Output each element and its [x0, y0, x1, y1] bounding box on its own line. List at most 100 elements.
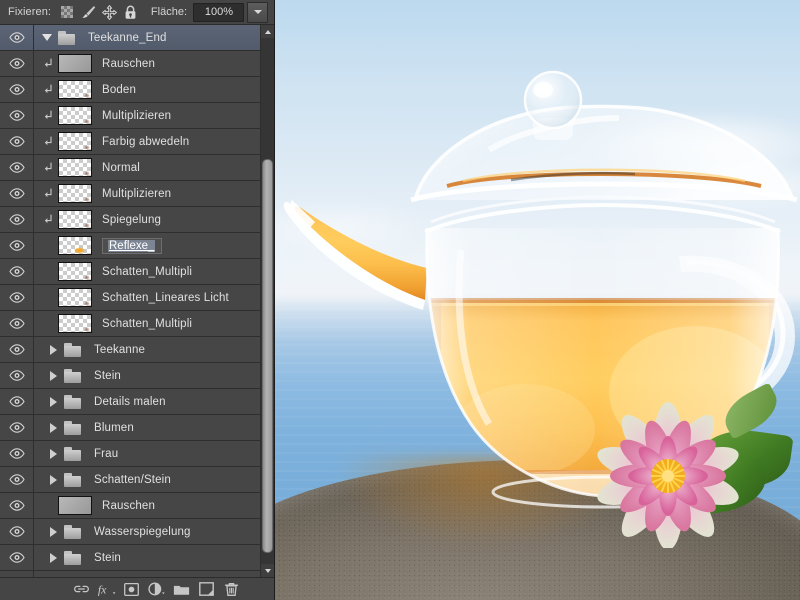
lock-image-pixels-icon[interactable] — [78, 3, 98, 21]
layer-visibility-toggle[interactable] — [0, 285, 34, 310]
layer-visibility-toggle[interactable] — [0, 155, 34, 180]
layer-row[interactable]: Reflexe_ — [0, 233, 260, 259]
layer-thumbnail[interactable] — [58, 262, 92, 281]
layer-visibility-toggle[interactable] — [0, 51, 34, 76]
layer-thumbnail[interactable] — [58, 288, 92, 307]
layer-name-label: Boden — [102, 83, 137, 96]
eye-icon — [8, 422, 25, 433]
eye-icon — [8, 58, 25, 69]
new-layer-icon[interactable] — [194, 578, 219, 600]
layer-row[interactable]: Frau — [0, 441, 260, 467]
scroll-down-arrow-icon[interactable] — [261, 564, 274, 577]
folder-icon — [64, 394, 82, 409]
scroll-up-arrow-icon[interactable] — [261, 25, 274, 38]
layer-row[interactable]: Stein — [0, 363, 260, 389]
clipping-mask-arrow-icon — [40, 103, 56, 129]
layer-name-label: Stein — [94, 369, 121, 382]
layer-visibility-toggle[interactable] — [0, 363, 34, 388]
layer-row[interactable]: Schatten_Multipli — [0, 311, 260, 337]
layer-row[interactable]: Rauschen — [0, 493, 260, 519]
layer-visibility-toggle[interactable] — [0, 467, 34, 492]
layer-thumbnail[interactable] — [58, 236, 92, 255]
chevron-right-icon[interactable] — [44, 441, 62, 467]
document-canvas[interactable] — [275, 0, 800, 600]
layer-thumbnail[interactable] — [58, 132, 92, 151]
layer-visibility-toggle[interactable] — [0, 77, 34, 102]
layer-visibility-toggle[interactable] — [0, 103, 34, 128]
layer-thumbnail[interactable] — [58, 210, 92, 229]
layer-row[interactable]: Multiplizieren — [0, 103, 260, 129]
chevron-right-icon[interactable] — [44, 389, 62, 415]
layer-row[interactable]: Spiegelung — [0, 207, 260, 233]
chevron-down-icon[interactable] — [247, 1, 268, 23]
clipping-mask-arrow-icon — [40, 51, 56, 77]
eye-icon — [8, 526, 25, 537]
layer-thumbnail[interactable] — [58, 184, 92, 203]
layer-row[interactable]: Farbig abwedeln — [0, 129, 260, 155]
layer-row[interactable]: Schatten/Stein — [0, 467, 260, 493]
layer-thumbnail[interactable] — [58, 106, 92, 125]
chevron-right-icon[interactable] — [44, 467, 62, 493]
folder-icon — [64, 446, 82, 461]
layer-row[interactable]: Teekanne — [0, 337, 260, 363]
layer-row[interactable]: Details malen — [0, 389, 260, 415]
layer-name-rename-input[interactable]: Reflexe_ — [102, 237, 163, 254]
layer-row[interactable]: Schatten_Lineares Licht — [0, 285, 260, 311]
layer-visibility-toggle[interactable] — [0, 207, 34, 232]
clipping-mask-arrow-icon — [40, 207, 56, 233]
layer-visibility-toggle[interactable] — [0, 25, 34, 50]
add-layer-mask-icon[interactable] — [119, 578, 144, 600]
link-layers-icon[interactable] — [69, 578, 94, 600]
chevron-down-icon[interactable] — [38, 25, 56, 51]
layer-visibility-toggle[interactable] — [0, 519, 34, 544]
layer-row[interactable]: Teekanne_End — [0, 25, 260, 51]
eye-icon — [8, 474, 25, 485]
layer-thumbnail[interactable] — [58, 158, 92, 177]
layer-visibility-toggle[interactable] — [0, 129, 34, 154]
layer-visibility-toggle[interactable] — [0, 571, 34, 577]
chevron-right-icon[interactable] — [44, 571, 62, 578]
layer-visibility-toggle[interactable] — [0, 181, 34, 206]
layer-row[interactable]: Normal — [0, 155, 260, 181]
layer-visibility-toggle[interactable] — [0, 259, 34, 284]
layer-visibility-toggle[interactable] — [0, 311, 34, 336]
layer-row[interactable]: Boden — [0, 77, 260, 103]
layer-visibility-toggle[interactable] — [0, 233, 34, 258]
layer-visibility-toggle[interactable] — [0, 389, 34, 414]
chevron-right-icon[interactable] — [44, 519, 62, 545]
fill-value-input[interactable]: 100% — [193, 2, 244, 22]
layer-row[interactable]: Multiplizieren — [0, 181, 260, 207]
layer-thumbnail[interactable] — [58, 80, 92, 99]
layer-visibility-toggle[interactable] — [0, 337, 34, 362]
layer-visibility-toggle[interactable] — [0, 545, 34, 570]
lock-transparent-pixels-icon[interactable] — [57, 3, 77, 21]
layer-row[interactable]: Stein — [0, 545, 260, 571]
lock-position-icon[interactable] — [99, 3, 119, 21]
chevron-right-icon[interactable] — [44, 545, 62, 571]
chevron-right-icon[interactable] — [44, 363, 62, 389]
layer-thumbnail[interactable] — [58, 54, 92, 73]
delete-layer-icon[interactable] — [219, 578, 244, 600]
eye-icon — [8, 318, 25, 329]
scrollbar-track[interactable] — [261, 38, 274, 564]
layer-visibility-toggle[interactable] — [0, 415, 34, 440]
adjustment-layer-icon[interactable] — [144, 578, 169, 600]
layer-visibility-toggle[interactable] — [0, 441, 34, 466]
layer-row[interactable]: Schatten_Multipli — [0, 259, 260, 285]
layer-row[interactable]: hintergrund — [0, 571, 260, 577]
folder-icon — [64, 342, 82, 357]
lock-all-icon[interactable] — [120, 3, 140, 21]
layer-thumbnail[interactable] — [58, 314, 92, 333]
chevron-right-icon[interactable] — [44, 415, 62, 441]
scrollbar-thumb[interactable] — [262, 158, 273, 554]
layer-row[interactable]: Wasserspiegelung — [0, 519, 260, 545]
layer-row[interactable]: Rauschen — [0, 51, 260, 77]
layer-styles-fx-icon[interactable]: fx — [94, 578, 119, 600]
eye-icon — [8, 240, 25, 251]
layer-visibility-toggle[interactable] — [0, 493, 34, 518]
layers-scrollbar[interactable] — [260, 25, 274, 577]
layer-thumbnail[interactable] — [58, 496, 92, 515]
new-group-icon[interactable] — [169, 578, 194, 600]
chevron-right-icon[interactable] — [44, 337, 62, 363]
layer-row[interactable]: Blumen — [0, 415, 260, 441]
